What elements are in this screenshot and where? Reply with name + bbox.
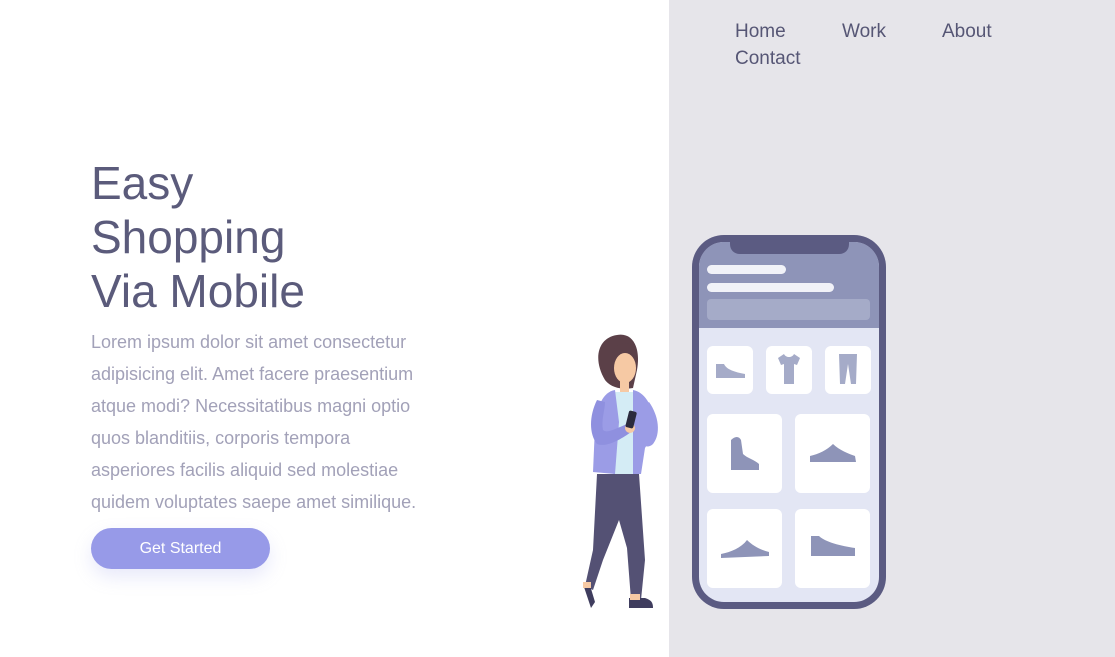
hero-description-line: quos blanditiis, corporis tempora <box>91 428 351 448</box>
hero-description-line: asperiores facilis aliquid sed molestiae <box>91 460 399 480</box>
hero-title-line: Easy <box>91 157 194 209</box>
nav-link-work[interactable]: Work <box>842 18 886 45</box>
shopping-illustration <box>583 235 886 609</box>
hero-description-line: atque modi? Necessitatibus magni optio <box>91 396 411 416</box>
landing-page: Home Work About Contact Easy Shopping Vi… <box>0 0 1115 657</box>
person-icon <box>583 334 658 608</box>
nav-link-home[interactable]: Home <box>735 18 786 45</box>
hero-description-line: adipisicing elit. Amet facere praesentiu… <box>91 364 414 384</box>
hero-description-line: Lorem ipsum dolor sit amet consectetur <box>91 332 407 352</box>
get-started-button[interactable]: Get Started <box>91 528 270 569</box>
nav-link-about[interactable]: About <box>942 18 992 45</box>
smartphone-icon <box>692 235 886 609</box>
hero-title-line: Via Mobile <box>91 265 305 317</box>
hero-description-line: quidem voluptates saepe amet similique. <box>91 492 417 512</box>
hero-title-line: Shopping <box>91 211 286 263</box>
hero-title: Easy Shopping Via Mobile <box>91 156 305 318</box>
hero-description: Lorem ipsum dolor sit amet consectetur a… <box>91 326 441 518</box>
nav-link-contact[interactable]: Contact <box>735 45 800 72</box>
